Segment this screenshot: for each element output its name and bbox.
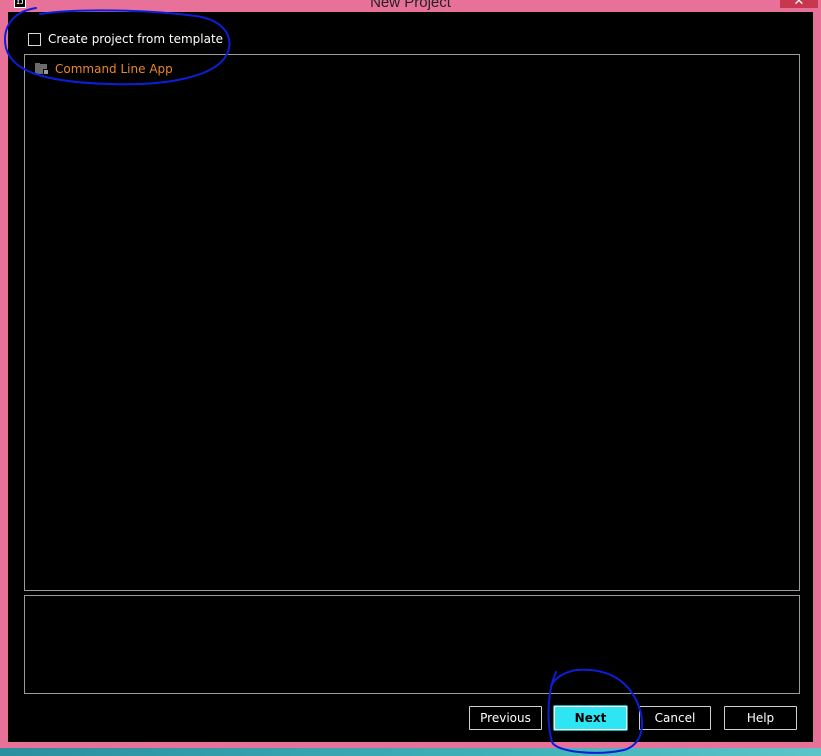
folder-icon [35,63,49,75]
create-from-template-checkbox[interactable] [28,32,41,46]
create-from-template-label[interactable]: Create project from template [48,32,223,46]
cancel-button[interactable]: Cancel [639,706,711,730]
desktop-strip [0,748,821,756]
next-button[interactable]: Next [554,706,627,730]
new-project-dialog: Create project from template Command Lin… [8,12,813,742]
template-description-panel [24,595,800,694]
template-list[interactable]: Command Line App [24,54,800,591]
close-icon[interactable]: ✕ [780,0,818,8]
list-item-label[interactable]: Command Line App [55,62,173,76]
window-title: New Project [370,0,451,11]
create-from-template-option[interactable]: Create project from template [28,31,223,47]
title-bar: IJ New Project ✕ [0,0,821,12]
previous-button[interactable]: Previous [469,706,542,730]
list-item[interactable]: Command Line App [35,61,173,77]
help-button[interactable]: Help [724,706,797,730]
